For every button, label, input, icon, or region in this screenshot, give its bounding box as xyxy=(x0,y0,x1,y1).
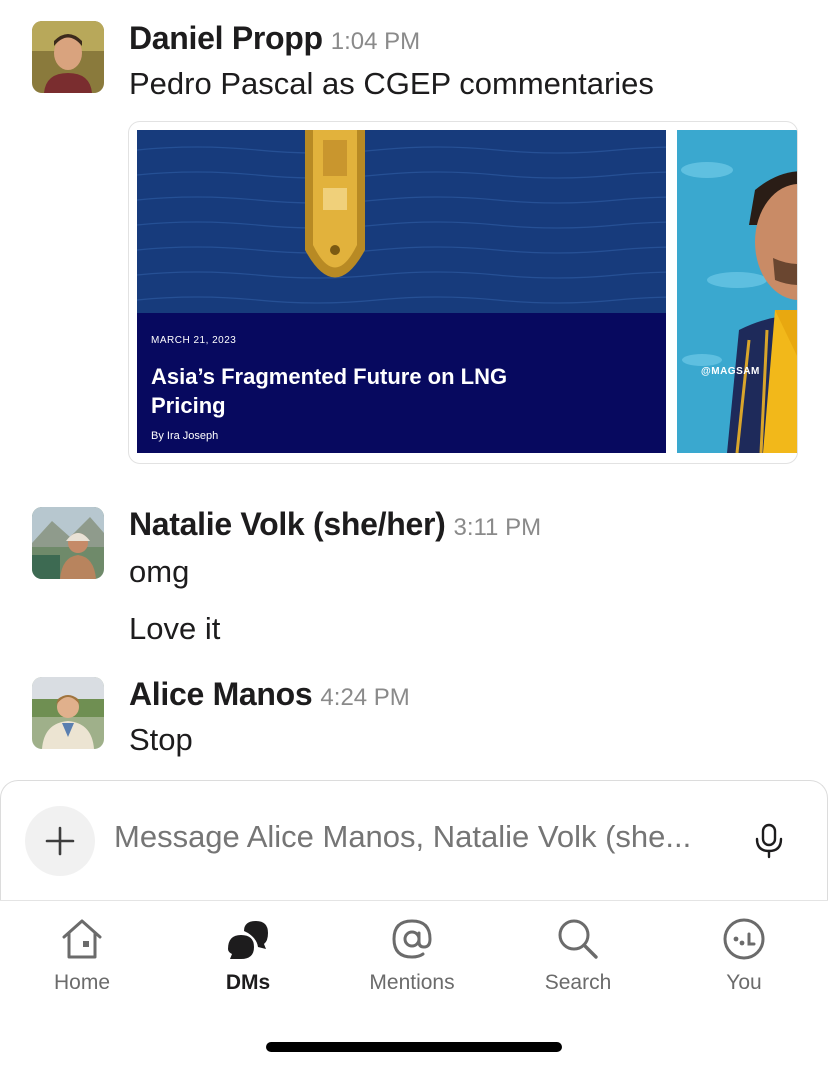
article-byline: By Ira Joseph xyxy=(151,430,219,442)
avatar[interactable] xyxy=(32,677,104,749)
message-composer xyxy=(0,780,828,901)
add-attachment-button[interactable] xyxy=(25,806,95,876)
home-indicator[interactable] xyxy=(266,1042,562,1052)
article-title: Asia’s Fragmented Future on LNG Pricing xyxy=(151,364,508,418)
tab-label: DMs xyxy=(225,971,271,994)
pool-portrait-image xyxy=(677,130,797,453)
author-name[interactable]: Alice Manos xyxy=(129,676,313,712)
tab-label: Home xyxy=(53,971,111,994)
message-time: 4:24 PM xyxy=(320,684,410,711)
avatar[interactable] xyxy=(32,21,104,93)
microphone-icon[interactable] xyxy=(753,823,785,859)
dms-icon xyxy=(228,921,268,959)
tab-label: Search xyxy=(544,971,612,994)
search-icon xyxy=(558,919,598,959)
tab-home[interactable]: Home xyxy=(22,915,142,995)
at-icon xyxy=(392,919,432,959)
article-image[interactable]: MARCH 21, 2023 Asia’s Fragmented Future … xyxy=(137,130,666,453)
article-date: MARCH 21, 2023 xyxy=(151,335,237,346)
ship-aerial-image xyxy=(137,130,666,313)
photo-watermark: @MAGSAM xyxy=(701,366,760,377)
message-text: Pedro Pascal as CGEP commentaries xyxy=(129,66,654,101)
bottom-tab-bar: Home DMs Mentions Search You xyxy=(0,900,828,1068)
message-header: Daniel Propp 1:04 PM xyxy=(129,20,420,57)
tab-label: You xyxy=(726,971,762,994)
avatar-daniel-image xyxy=(32,21,104,93)
tab-you[interactable]: You xyxy=(684,915,804,995)
message-header: Alice Manos 4:24 PM xyxy=(129,676,410,713)
message-text: Love it xyxy=(129,611,221,646)
image-attachment[interactable]: MARCH 21, 2023 Asia’s Fragmented Future … xyxy=(128,121,798,464)
tab-dms[interactable]: DMs xyxy=(188,915,308,995)
author-name[interactable]: Daniel Propp xyxy=(129,20,323,56)
tab-search[interactable]: Search xyxy=(518,915,638,995)
home-icon xyxy=(62,919,102,959)
you-icon xyxy=(723,918,765,960)
tab-label: Mentions xyxy=(369,971,455,994)
message-header: Natalie Volk (she/her) 3:11 PM xyxy=(129,506,541,543)
plus-icon xyxy=(45,826,75,856)
message-text: omg xyxy=(129,554,190,589)
avatar-alice-image xyxy=(32,677,104,749)
message-input[interactable] xyxy=(114,819,734,855)
message-text: Stop xyxy=(129,722,193,757)
tab-mentions[interactable]: Mentions xyxy=(352,915,472,995)
avatar[interactable] xyxy=(32,507,104,579)
portrait-image[interactable]: @MAGSAM xyxy=(677,130,797,453)
message-time: 3:11 PM xyxy=(453,514,542,541)
message-time: 1:04 PM xyxy=(330,28,421,55)
author-name[interactable]: Natalie Volk (she/her) xyxy=(129,506,446,542)
avatar-natalie-image xyxy=(32,507,104,579)
